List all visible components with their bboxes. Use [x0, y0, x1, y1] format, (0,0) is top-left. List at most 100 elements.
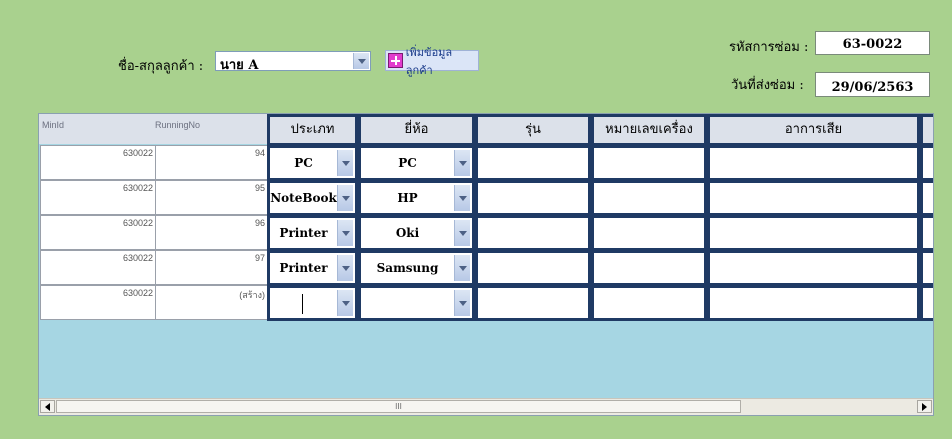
customer-select-value: นาย A — [220, 58, 259, 73]
cell-serial[interactable] — [591, 215, 707, 251]
serial-value — [594, 148, 704, 178]
chevron-down-icon[interactable] — [337, 150, 353, 176]
chevron-down-icon[interactable] — [454, 185, 470, 211]
brand-value — [361, 288, 454, 318]
serial-value — [594, 288, 704, 318]
model-value — [478, 253, 588, 283]
cell-running[interactable]: 97 — [155, 250, 268, 285]
cell-symptom[interactable] — [707, 215, 920, 251]
chevron-down-icon[interactable] — [337, 185, 353, 211]
cell-serial[interactable] — [591, 285, 707, 321]
cell-symptom[interactable] — [707, 145, 920, 181]
cell-brand[interactable] — [358, 285, 475, 321]
chevron-down-icon[interactable] — [454, 220, 470, 246]
customer-select[interactable]: นาย A — [215, 51, 371, 73]
scroll-right-button[interactable] — [917, 400, 932, 413]
cell-brand[interactable]: PC — [358, 145, 475, 181]
header-minid: MinId — [39, 114, 155, 144]
symptom-value — [710, 148, 917, 178]
type-value: Printer — [279, 261, 328, 275]
brand-value: HP — [397, 191, 418, 205]
cell-type[interactable] — [267, 285, 358, 321]
text-cursor — [302, 294, 303, 314]
chevron-down-icon[interactable] — [454, 150, 470, 176]
chevron-down-icon[interactable] — [337, 290, 353, 316]
symptom-value — [710, 288, 917, 318]
cell-model[interactable] — [475, 250, 591, 286]
brand-value: Oki — [395, 226, 420, 240]
symptom-value — [710, 218, 917, 248]
arrow-right-icon — [922, 402, 927, 411]
cell-minid[interactable]: 630022 — [40, 285, 156, 320]
repair-code-field[interactable]: 63-0022 — [815, 31, 930, 55]
cell-minid[interactable]: 630022 — [40, 145, 156, 180]
chevron-down-icon[interactable] — [454, 255, 470, 281]
add-customer-button[interactable]: เพิ่มข้อมูลลูกค้า — [385, 46, 479, 77]
type-value — [270, 288, 337, 318]
header-model: รุ่น — [475, 114, 591, 146]
symptom-value — [710, 183, 917, 213]
header-type: ประเภท — [267, 114, 358, 146]
plus-icon — [388, 53, 403, 68]
cell-extra[interactable] — [920, 250, 933, 286]
header-symptom: อาการเสีย — [707, 114, 920, 146]
cell-symptom[interactable] — [707, 250, 920, 286]
cell-extra[interactable] — [920, 215, 933, 251]
symptom-value — [710, 253, 917, 283]
cell-extra[interactable] — [920, 145, 933, 181]
cell-type[interactable]: Printer — [267, 215, 358, 251]
cell-symptom[interactable] — [707, 285, 920, 321]
repair-code-label: รหัสการซ่อม : — [729, 40, 809, 55]
arrow-left-icon — [45, 402, 50, 411]
model-value — [478, 183, 588, 213]
repair-date-field[interactable]: 29/06/2563 — [815, 72, 930, 97]
cell-extra[interactable] — [920, 180, 933, 216]
cell-running[interactable]: 95 — [155, 180, 268, 215]
type-value: Printer — [279, 226, 328, 240]
serial-value — [594, 183, 704, 213]
brand-value: PC — [398, 156, 417, 170]
cell-type[interactable]: PC — [267, 145, 358, 181]
cell-model[interactable] — [475, 285, 591, 321]
model-value — [478, 288, 588, 318]
cell-serial[interactable] — [591, 180, 707, 216]
model-value — [478, 148, 588, 178]
cell-running[interactable]: 94 — [155, 145, 268, 180]
cell-serial[interactable] — [591, 145, 707, 181]
chevron-down-icon[interactable] — [454, 290, 470, 316]
cell-serial[interactable] — [591, 250, 707, 286]
add-customer-label: เพิ่มข้อมูลลูกค้า — [405, 45, 453, 77]
cell-minid[interactable]: 630022 — [40, 180, 156, 215]
cell-extra[interactable] — [920, 285, 933, 321]
cell-minid[interactable]: 630022 — [40, 250, 156, 285]
chevron-down-icon[interactable] — [353, 53, 369, 69]
cell-model[interactable] — [475, 145, 591, 181]
scroll-left-button[interactable] — [40, 400, 55, 413]
repair-date-label: วันที่ส่งซ่อม : — [731, 78, 804, 93]
cell-model[interactable] — [475, 180, 591, 216]
scroll-thumb[interactable]: III — [56, 400, 741, 413]
header-running-no: RunningNo — [155, 114, 268, 144]
cell-type[interactable]: Printer — [267, 250, 358, 286]
serial-value — [594, 218, 704, 248]
cell-brand[interactable]: Samsung — [358, 250, 475, 286]
cell-minid[interactable]: 630022 — [40, 215, 156, 250]
cell-model[interactable] — [475, 215, 591, 251]
type-value: PC — [294, 156, 313, 170]
cell-brand[interactable]: Oki — [358, 215, 475, 251]
repair-items-grid: MinId RunningNo ประเภท ยี่ห้อ รุ่น หมายเ… — [38, 113, 934, 416]
header-extra — [920, 114, 933, 146]
chevron-down-icon[interactable] — [337, 220, 353, 246]
customer-label: ชื่อ-สกุลลูกค้า : — [118, 59, 204, 74]
cell-running[interactable]: 96 — [155, 215, 268, 250]
cell-symptom[interactable] — [707, 180, 920, 216]
horizontal-scrollbar[interactable]: III — [39, 398, 933, 415]
cell-brand[interactable]: HP — [358, 180, 475, 216]
cell-type[interactable]: NoteBook — [267, 180, 358, 216]
cell-running[interactable]: (สร้าง) — [155, 285, 268, 320]
header-brand: ยี่ห้อ — [358, 114, 475, 146]
model-value — [478, 218, 588, 248]
header-serial: หมายเลขเครื่อง — [591, 114, 707, 146]
brand-value: Samsung — [376, 261, 439, 275]
chevron-down-icon[interactable] — [337, 255, 353, 281]
